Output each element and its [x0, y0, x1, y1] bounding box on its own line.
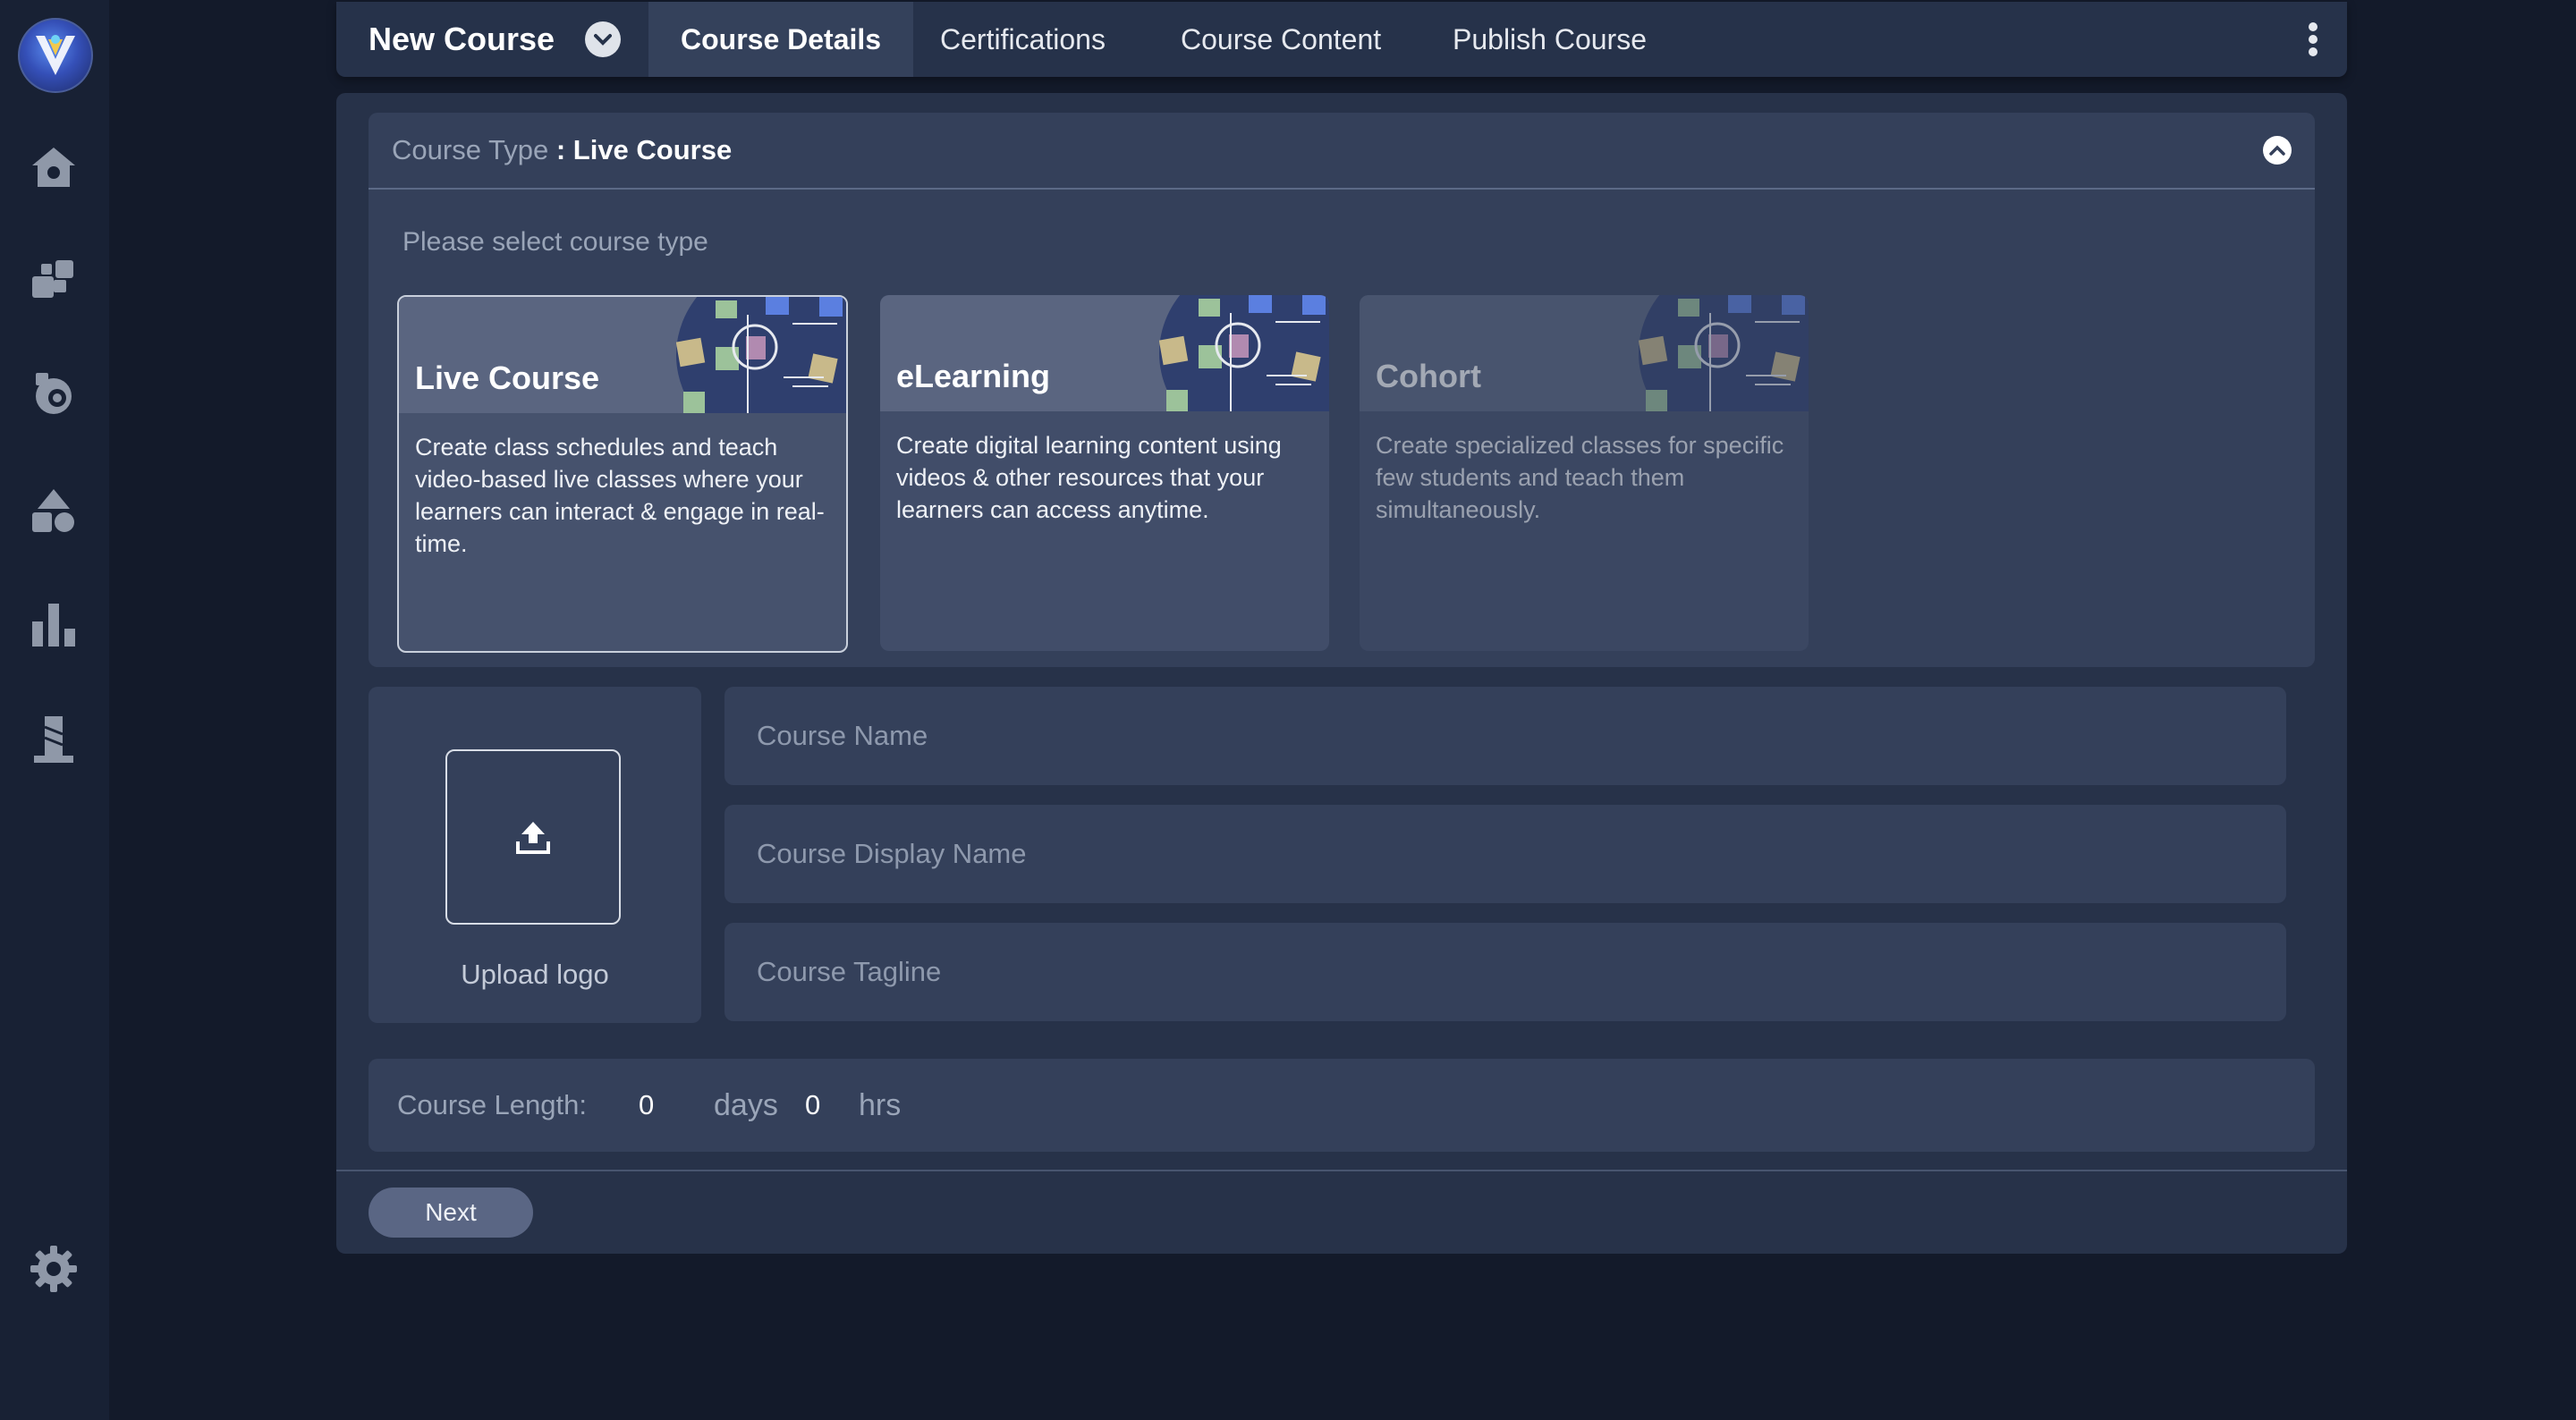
more-options-icon[interactable] — [2306, 20, 2320, 59]
shapes-icon[interactable] — [28, 485, 80, 537]
option-title: Cohort — [1376, 358, 1481, 394]
course-type-option-elearning[interactable]: eLearning Create digital learning conten… — [880, 295, 1329, 651]
option-description: Create specialized classes for specific … — [1376, 432, 1784, 523]
course-length-days-input[interactable]: 0 — [639, 1059, 654, 1152]
course-tagline-input[interactable] — [724, 923, 2286, 1021]
chevron-up-icon[interactable] — [2263, 136, 2292, 165]
course-type-section: Course Type : Live Course Please select … — [369, 113, 2315, 667]
page-title: New Course — [369, 21, 555, 57]
classroom-illustration-icon — [1159, 295, 1329, 411]
bar-chart-icon[interactable] — [28, 599, 80, 651]
course-type-option-cohort: Cohort Create specialized classes for sp… — [1360, 295, 1809, 651]
option-title: eLearning — [896, 358, 1051, 394]
tower-icon[interactable] — [28, 714, 80, 765]
hrs-unit-label: hrs — [859, 1088, 902, 1122]
course-type-header[interactable]: Course Type : Live Course — [369, 113, 2315, 190]
top-nav-bar: New Course Course Details Certifications… — [336, 2, 2347, 77]
home-icon[interactable] — [28, 141, 80, 193]
course-length-label: Course Length: — [397, 1089, 587, 1120]
tab-certifications[interactable]: Certifications — [940, 2, 1106, 77]
gear-icon[interactable] — [28, 1243, 80, 1295]
course-details-panel: Course Type : Live Course Please select … — [336, 93, 2347, 1254]
course-name-input[interactable] — [724, 687, 2286, 785]
option-description: Create class schedules and teach video-b… — [415, 434, 825, 557]
logo-upload-section: Upload logo — [369, 687, 701, 1023]
option-description: Create digital learning content using vi… — [896, 432, 1282, 523]
course-type-label-text: Course Type — [392, 134, 549, 165]
option-title: Live Course — [415, 359, 600, 396]
select-course-type-prompt: Please select course type — [402, 227, 708, 257]
footer-divider — [336, 1170, 2347, 1171]
classroom-illustration-icon — [1639, 295, 1809, 411]
app-logo[interactable] — [18, 18, 93, 93]
next-button[interactable]: Next — [369, 1188, 533, 1238]
upload-icon — [516, 822, 550, 854]
course-type-option-live[interactable]: Live Course Create class schedules and t… — [397, 295, 848, 653]
tab-publish-course[interactable]: Publish Course — [1453, 2, 1647, 77]
learning-icon[interactable] — [28, 368, 80, 420]
course-display-name-input[interactable] — [724, 805, 2286, 903]
upload-logo-button[interactable] — [445, 749, 621, 925]
classroom-illustration-icon — [676, 297, 846, 413]
course-length-row: Course Length: 0 days 0 hrs — [369, 1059, 2315, 1152]
puzzle-icon[interactable] — [28, 254, 80, 306]
upload-logo-label: Upload logo — [461, 959, 609, 990]
tab-course-details[interactable]: Course Details — [648, 2, 914, 77]
sidebar — [0, 0, 109, 1420]
days-unit-label: days — [714, 1088, 778, 1122]
course-length-hrs-input[interactable]: 0 — [805, 1059, 820, 1152]
chevron-down-icon[interactable] — [585, 21, 621, 57]
tab-course-content[interactable]: Course Content — [1181, 2, 1381, 77]
course-type-value: : Live Course — [555, 134, 733, 165]
course-type-label: Course Type : Live Course — [392, 113, 732, 188]
